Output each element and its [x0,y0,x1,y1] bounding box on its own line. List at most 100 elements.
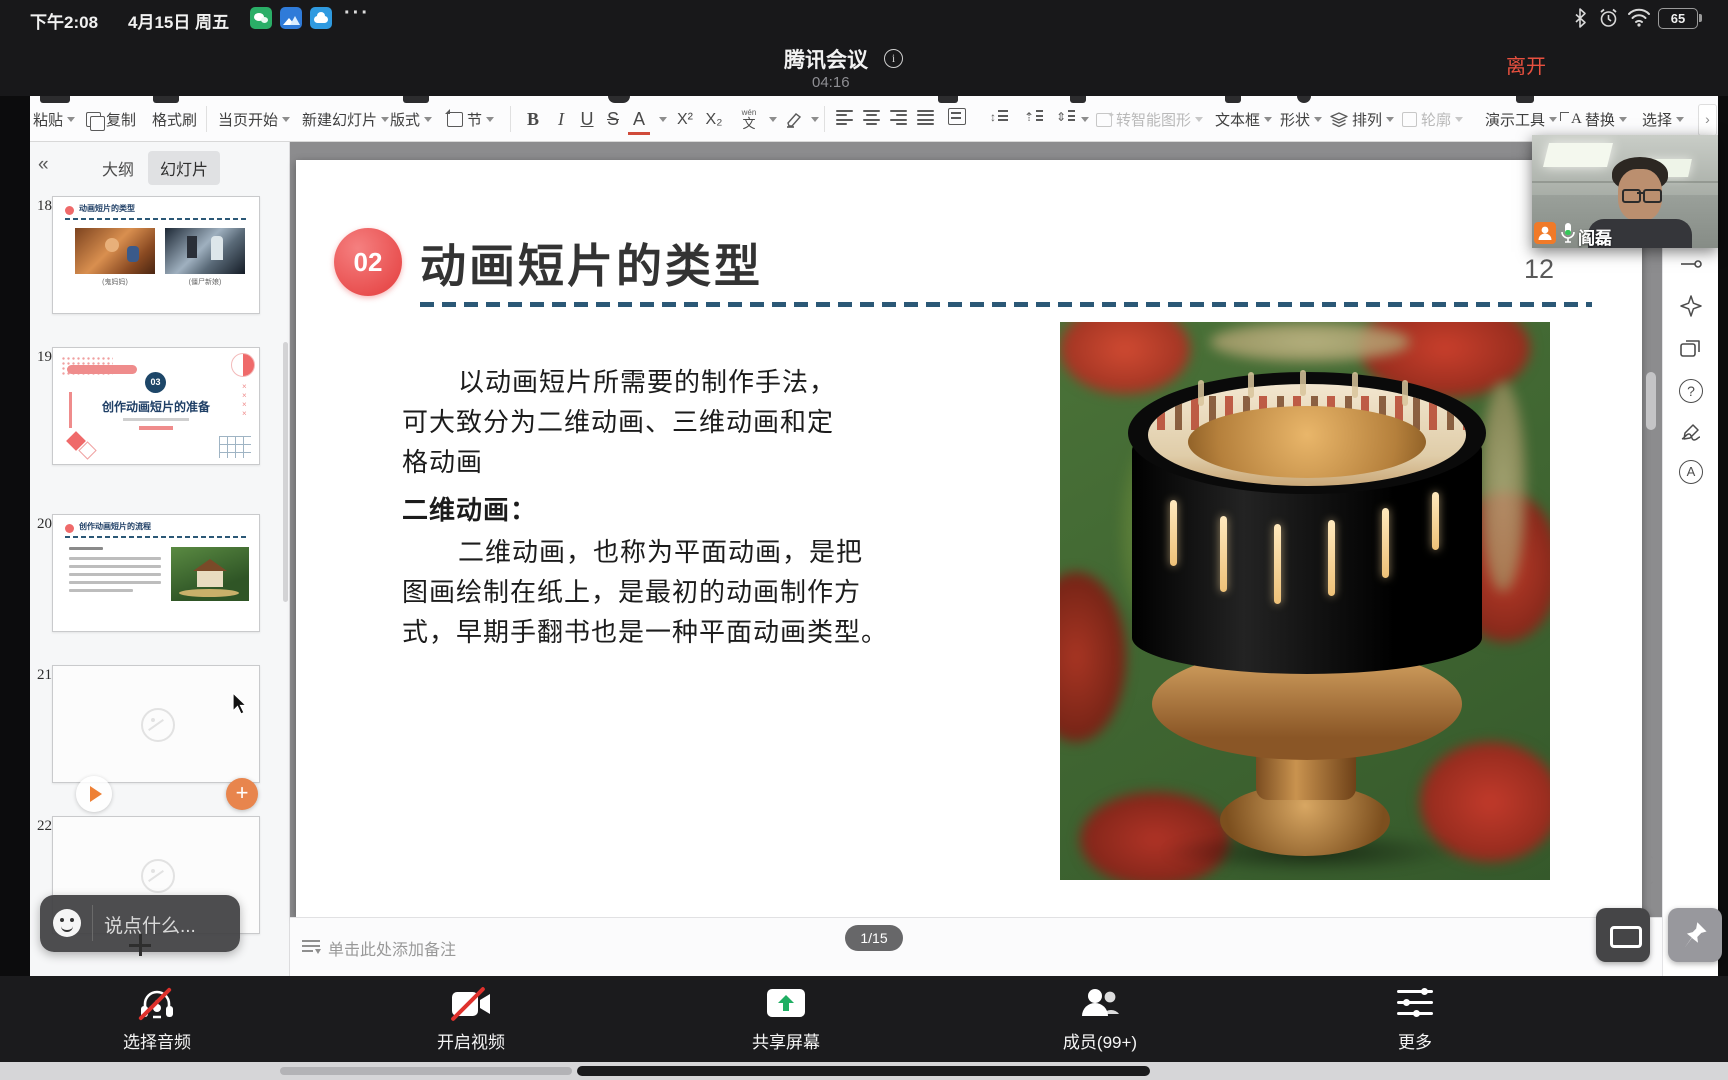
beautify-star-icon[interactable] [1676,292,1706,320]
more-apps-icon[interactable]: ··· [344,2,370,25]
add-slide-button[interactable]: + [226,778,258,810]
thumb-image-corpse-bride [165,228,245,274]
copy-button[interactable]: 复制 [86,103,136,136]
horizontal-scrollbar[interactable] [280,1067,572,1075]
strikethrough-button[interactable]: S [602,103,624,136]
align-right-button[interactable] [890,110,907,125]
self-video-preview[interactable]: 阎磊 [1532,135,1718,248]
home-indicator[interactable] [577,1066,1150,1076]
tab-outline[interactable]: 大纲 [102,156,134,180]
highlighter-dropdown[interactable] [808,103,818,136]
cloud-app-icon[interactable] [310,7,332,29]
slide-thumbnail-18[interactable]: 动画短片的类型 (鬼妈妈) (僵尸新娘) [52,196,260,314]
presenter-remote-button[interactable] [1596,908,1650,962]
layout-button[interactable]: 版式 [390,103,432,136]
body-text: 图画绘制在纸上，是最初的动画制作方 [402,572,861,609]
select-audio-button[interactable]: 选择音频 [67,976,247,1062]
align-center-button[interactable] [863,110,880,125]
italic-button[interactable]: I [551,103,571,136]
zoetrope-photo [1060,322,1550,880]
underline-button[interactable]: U [576,103,598,136]
body-text: 格动画 [402,442,483,479]
font-color-button[interactable]: A [628,106,650,135]
grid-decor [219,436,251,458]
line-spacing-button[interactable]: ↕ [990,109,1009,125]
bold-button[interactable]: B [521,103,545,136]
leave-meeting-button[interactable]: 离开 [1506,50,1546,79]
section-icon [447,112,463,127]
subscript-button[interactable]: X₂ [701,103,727,136]
paragraph-spacing-button[interactable]: ⇡ [1024,109,1043,125]
scroll-down-button[interactable]: ⌄ [1644,874,1658,888]
paste-button[interactable]: 粘贴 [33,103,75,136]
toolbar-overflow-button[interactable]: › [1698,104,1717,136]
assistant-a-icon[interactable]: A [1676,458,1706,486]
battery-icon: 65 [1658,8,1698,29]
chevron-down-icon [67,117,75,122]
align-left-button[interactable] [836,110,853,125]
spacing-options-button[interactable]: ⇕ [1056,109,1075,125]
duplicate-slide-icon[interactable] [1676,334,1706,362]
outline-icon [1402,112,1417,127]
wechat-icon[interactable] [250,7,272,29]
meeting-controls-bar: 选择音频 开启视频 共享屏幕 成员(99+) [0,976,1728,1062]
page-indicator-pill: 1/15 [845,925,903,951]
slide-thumbnail-19[interactable]: 03 创作动画短片的准备 ×××× [52,347,260,465]
find-replace-button[interactable]: A 替换 [1560,103,1627,136]
thumb-image-coraline [75,228,155,274]
slide-canvas[interactable]: 02 动画短片的类型 12 以动画短片所需要的制作手法， 可大致分为二维动画、三… [296,160,1642,917]
collapse-panel-icon[interactable]: « [38,154,49,176]
align-justify-button[interactable] [917,110,934,125]
pin-toolbar-button[interactable] [1668,908,1722,962]
slide-thumbnail-21[interactable] [52,665,260,783]
slide-number: 20 [34,516,52,533]
emoji-icon[interactable] [53,909,81,937]
text-direction-button[interactable] [948,108,966,125]
pinyin-guide-button[interactable]: wén 文 [734,103,764,136]
share-screen-button[interactable]: 共享屏幕 [696,976,876,1062]
hidden-tab-bump [608,96,630,103]
thumb-image-cottage [171,547,249,601]
body-text: 式，早期手翻书也是一种平面动画类型。 [402,612,888,649]
font-color-dropdown[interactable] [656,103,666,136]
superscript-button[interactable]: X² [672,103,698,136]
highlighter-icon [785,112,803,128]
select-button[interactable]: 选择 [1642,103,1684,136]
signature-icon[interactable] [1676,419,1706,447]
section-button[interactable]: 节 [447,103,494,136]
new-slide-button[interactable]: 新建幻灯片 [302,103,389,136]
text-box-button[interactable]: 文本框 [1215,103,1272,136]
start-video-button[interactable]: 开启视频 [381,976,561,1062]
format-painter-button[interactable]: 格式刷 [152,103,197,136]
shapes-button[interactable]: 形状 [1280,103,1322,136]
spacing-dropdown[interactable] [1078,103,1088,136]
outline-button[interactable]: 轮廓 [1402,103,1463,136]
meeting-title: 腾讯会议 [784,44,868,74]
slide-thumbnail-20[interactable]: 创作动画短片的流程 [52,514,260,632]
scroll-up-button[interactable]: ⌃ [1644,854,1658,868]
hidden-tab-bump [1516,96,1534,103]
resize-plus-handle[interactable] [129,934,151,956]
pointer-slider-icon[interactable] [1676,250,1706,278]
arrange-button[interactable]: 排列 [1330,103,1394,136]
slide-title: 动画短片的类型 [420,230,763,296]
clock-time: 下午2:08 [30,8,98,33]
present-tools-button[interactable]: 演示工具 [1485,103,1557,136]
canvas-scrollbar[interactable] [1646,372,1656,430]
meeting-info-icon[interactable]: i [884,49,903,68]
notes-bar[interactable]: 单击此处添加备注 [290,917,1662,976]
tab-slides[interactable]: 幻灯片 [148,151,220,185]
pinyin-dropdown[interactable] [766,103,776,136]
image-placeholder-icon [141,708,175,742]
more-button[interactable]: 更多 [1325,976,1505,1062]
smart-graphic-button[interactable]: ✦ 转智能图形 [1096,103,1203,136]
highlighter-button[interactable] [782,103,806,136]
sidebar-scrollbar[interactable] [283,342,288,602]
members-button[interactable]: 成员(99+) [1010,976,1190,1062]
slide-number: 21 [34,667,52,684]
bar-decor [67,365,137,374]
play-from-page-button[interactable]: 当页开始 [218,103,290,136]
help-icon[interactable]: ? [1676,377,1706,405]
play-slide-button[interactable] [76,776,112,812]
mountain-app-icon[interactable] [280,7,302,29]
